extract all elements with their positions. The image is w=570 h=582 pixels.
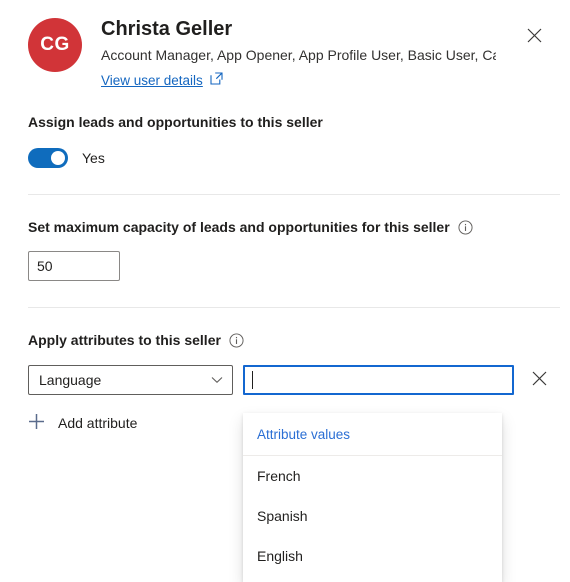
assign-toggle-value: Yes bbox=[82, 150, 105, 166]
plus-icon bbox=[28, 413, 45, 433]
close-panel-button[interactable] bbox=[520, 23, 548, 51]
info-icon[interactable] bbox=[229, 332, 244, 348]
assign-leads-section: Assign leads and opportunities to this s… bbox=[0, 90, 570, 194]
list-item[interactable]: Spanish bbox=[243, 496, 502, 536]
attribute-value-wrap bbox=[243, 365, 514, 395]
close-icon bbox=[532, 371, 547, 389]
chevron-down-icon bbox=[211, 371, 223, 389]
attribute-row: Language bbox=[28, 365, 546, 395]
close-icon bbox=[527, 28, 542, 46]
avatar: CG bbox=[28, 18, 82, 72]
attribute-name-select[interactable]: Language bbox=[28, 365, 233, 395]
clear-attribute-button[interactable] bbox=[526, 367, 552, 393]
list-item[interactable]: French bbox=[243, 456, 502, 496]
attribute-values-dropdown: Attribute values French Spanish English bbox=[243, 413, 502, 582]
capacity-input[interactable] bbox=[28, 251, 120, 281]
view-user-details-row: View user details bbox=[101, 72, 496, 90]
attribute-value-input[interactable] bbox=[243, 365, 514, 395]
page-title: Christa Geller bbox=[101, 18, 233, 40]
list-item[interactable]: English bbox=[243, 536, 502, 576]
panel-header: CG Christa Geller Account Manager, App O… bbox=[0, 0, 570, 90]
assign-leads-label: Assign leads and opportunities to this s… bbox=[28, 114, 323, 130]
add-attribute-label: Add attribute bbox=[58, 415, 138, 431]
info-icon[interactable] bbox=[458, 219, 473, 235]
add-attribute-button[interactable]: Add attribute bbox=[28, 411, 137, 435]
attribute-name-value: Language bbox=[39, 372, 102, 388]
attributes-label: Apply attributes to this seller bbox=[28, 332, 221, 348]
capacity-section: Set maximum capacity of leads and opport… bbox=[0, 195, 570, 307]
dropdown-header: Attribute values bbox=[243, 413, 502, 456]
assign-leads-toggle[interactable] bbox=[28, 148, 68, 168]
capacity-label-row: Set maximum capacity of leads and opport… bbox=[28, 217, 542, 237]
assign-toggle-row: Yes bbox=[28, 148, 542, 168]
external-link-icon[interactable] bbox=[210, 72, 223, 90]
text-cursor bbox=[252, 371, 253, 389]
toggle-knob bbox=[51, 151, 65, 165]
attributes-label-row: Apply attributes to this seller bbox=[28, 330, 542, 350]
header-text-block: Christa Geller Account Manager, App Open… bbox=[101, 16, 542, 90]
capacity-label: Set maximum capacity of leads and opport… bbox=[28, 219, 450, 235]
user-roles-subtitle: Account Manager, App Opener, App Profile… bbox=[101, 47, 496, 63]
view-user-details-link[interactable]: View user details bbox=[101, 72, 203, 90]
